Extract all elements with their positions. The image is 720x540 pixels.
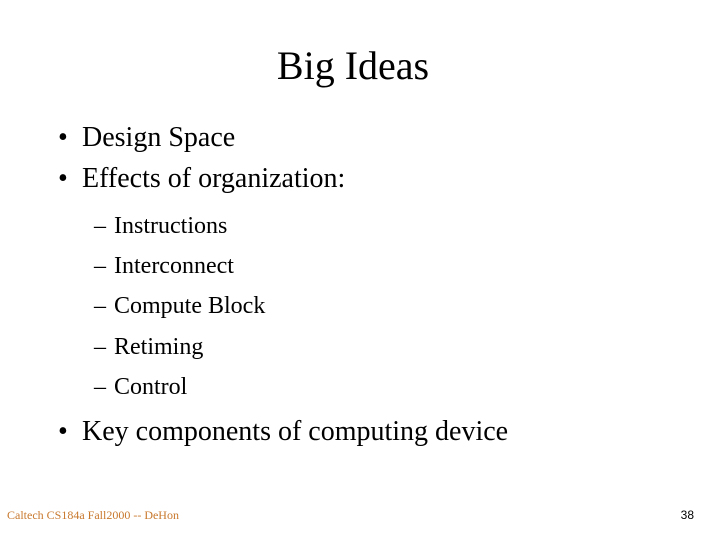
sub-bullet-text: Interconnect [114, 253, 234, 279]
bullet-icon: • [58, 163, 68, 194]
bullet-item: • Design Space [58, 122, 235, 154]
bullet-text: Design Space [82, 122, 236, 153]
sub-bullet-item: – Interconnect [94, 252, 234, 280]
slide-title: Big Ideas [276, 43, 430, 88]
sub-bullet-text: Control [114, 374, 188, 400]
bullet-icon: • [58, 122, 68, 153]
dash-icon: – [94, 334, 106, 360]
sub-bullet-text: Compute Block [114, 293, 266, 319]
bullet-icon: • [58, 416, 68, 447]
dash-icon: – [94, 374, 106, 400]
sub-bullet-item: – Instructions [94, 212, 227, 240]
sub-bullet-item: – Retiming [94, 333, 203, 361]
bullet-item: • Key components of computing device [58, 416, 508, 448]
sub-bullet-text: Instructions [114, 213, 228, 239]
sub-bullet-text: Retiming [114, 334, 204, 360]
dash-icon: – [94, 213, 106, 239]
footer-course: Caltech CS184a Fall2000 -- DeHon [7, 508, 179, 522]
bullet-text: Key components of computing device [82, 416, 509, 447]
dash-icon: – [94, 293, 106, 319]
bullet-item: • Effects of organization: [58, 163, 345, 195]
dash-icon: – [94, 253, 106, 279]
sub-bullet-item: – Compute Block [94, 292, 265, 320]
sub-bullet-item: – Control [94, 373, 187, 401]
bullet-text: Effects of organization: [82, 163, 346, 194]
page-number: 38 [680, 508, 694, 522]
